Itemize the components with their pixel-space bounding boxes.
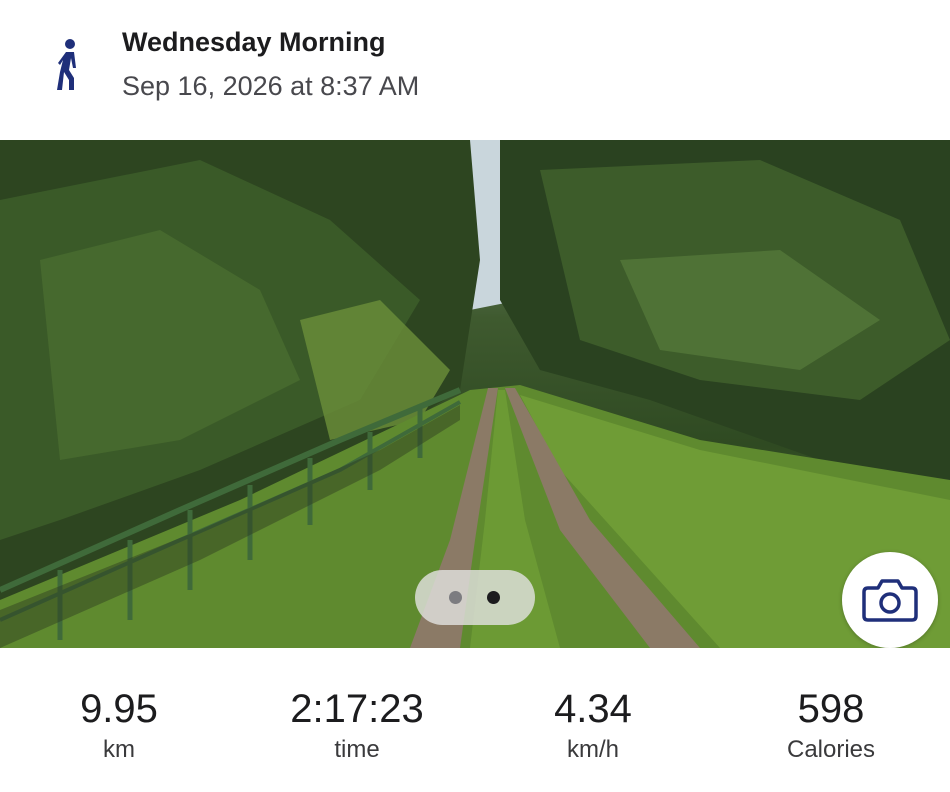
walking-person-icon: [57, 39, 76, 90]
photo-pager[interactable]: [415, 570, 535, 625]
activity-datetime: Sep 16, 2026 at 8:37 AM: [122, 71, 420, 101]
activity-title: Wednesday Morning: [122, 27, 386, 57]
add-photo-button[interactable]: [842, 552, 938, 648]
distance-unit: km: [103, 736, 135, 763]
speed-unit: km/h: [566, 736, 619, 763]
calories-value: 598: [797, 687, 865, 731]
time-value: 2:17:23: [290, 687, 424, 731]
calories-unit: Calories: [786, 736, 876, 763]
time-unit: time: [334, 736, 380, 763]
activity-photo[interactable]: [0, 140, 950, 648]
stat-speed: 4.34 km/h: [503, 686, 683, 764]
page-dot-2-active[interactable]: [487, 591, 500, 604]
distance-value: 9.95: [80, 687, 158, 731]
page-dot-1[interactable]: [449, 591, 462, 604]
speed-value: 4.34: [554, 687, 632, 731]
camera-icon: [862, 579, 918, 622]
activity-header: Wednesday Morning Sep 16, 2026 at 8:37 A…: [0, 0, 950, 140]
activity-stats: 9.95 km 2:17:23 time 4.34 km/h 598 Calor…: [0, 648, 950, 792]
stat-calories: 598 Calories: [741, 686, 921, 764]
stat-time: 2:17:23 time: [267, 686, 447, 764]
stat-distance: 9.95 km: [29, 686, 209, 764]
